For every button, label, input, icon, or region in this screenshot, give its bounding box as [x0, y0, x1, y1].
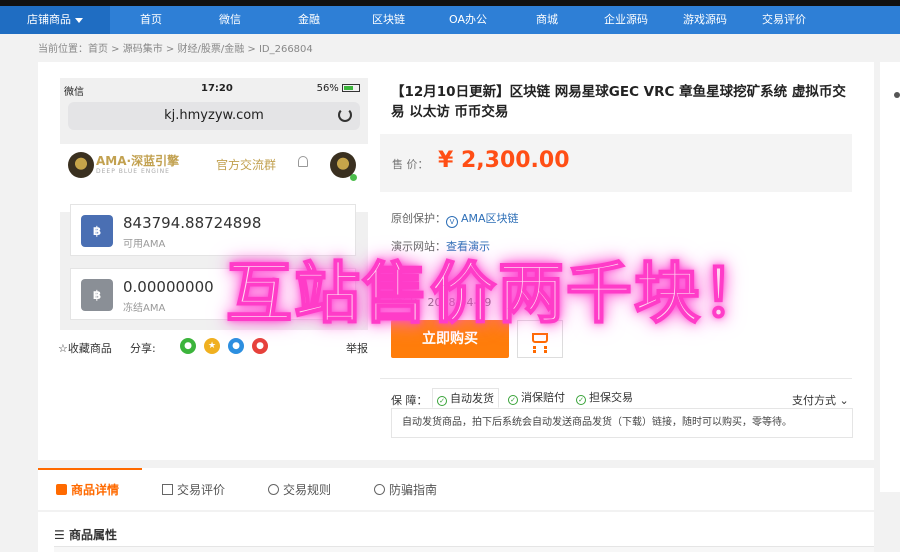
ama-logo-icon	[68, 152, 94, 178]
copyright-label: 原创保护：	[391, 212, 446, 225]
product-title: 【12月10日更新】区块链 网易星球GEC VRC 章鱼星球挖矿系统 虚拟币交易…	[391, 84, 846, 120]
price-box: 售 价： ¥ 2,300.00	[380, 134, 852, 192]
battery-icon	[342, 84, 360, 92]
payment-methods-dropdown[interactable]: 支付方式 ⌄	[792, 392, 849, 408]
ama-brand-name: AMA·深蓝引擎	[96, 154, 180, 168]
nav-reviews[interactable]: 交易评价	[762, 6, 806, 34]
right-side-panel	[880, 62, 900, 492]
overlay-caption: 互站售价两千块！	[225, 253, 770, 333]
balance-label: 冻结AMA	[123, 303, 166, 314]
nav-home[interactable]: 首页	[140, 6, 162, 34]
favorite-link[interactable]: ☆收藏商品	[58, 340, 112, 356]
attributes-title-text: 商品属性	[68, 528, 117, 542]
guarantee-item-label: 消保赔付	[521, 391, 565, 404]
guarantee-escrow[interactable]: ✓ 担保交易	[576, 388, 633, 408]
nav-enterprise-source[interactable]: 企业源码	[604, 6, 648, 34]
balance-value: 843794.88724898	[123, 214, 262, 232]
ama-brand-sub: DEEP BLUE ENGINE	[96, 168, 170, 175]
check-icon: ✓	[576, 395, 586, 405]
ama-header: AMA·深蓝引擎 DEEP BLUE ENGINE 官方交流群	[60, 144, 368, 212]
bitcoin-icon: ฿	[81, 215, 113, 247]
guarantee-item-label: 担保交易	[589, 391, 633, 404]
nav-wechat[interactable]: 微信	[219, 6, 241, 34]
attributes-table	[54, 546, 874, 552]
status-battery: 56%	[317, 83, 360, 94]
breadcrumb: 当前位置：首页 > 源码集市 > 财经/股票/金融 > ID_266804	[38, 44, 313, 55]
refresh-icon	[338, 108, 352, 122]
active-tab-indicator	[38, 468, 142, 470]
weibo-share-icon[interactable]: ●	[252, 338, 268, 354]
tab-product-details[interactable]: 商品详情	[56, 481, 119, 498]
guarantee-auto-ship[interactable]: ✓ 自动发货	[432, 388, 499, 408]
nav-blockchain[interactable]: 区块链	[372, 6, 405, 34]
copyright-seal-icon: V	[446, 216, 458, 228]
qzone-share-icon[interactable]: ★	[204, 338, 220, 354]
chevron-down-icon	[75, 17, 83, 23]
bitcoin-icon: ฿	[81, 279, 113, 311]
price-label: 售 价：	[392, 158, 429, 171]
phone-status-bar: 微信 17:20 56%	[60, 78, 368, 98]
balance-label: 可用AMA	[123, 239, 166, 250]
search-list-icon: ☰	[54, 528, 65, 542]
cart-wheels-icon	[533, 346, 547, 350]
tab-reviews[interactable]: 交易评价	[162, 481, 225, 498]
chevron-down-icon: ⌄	[839, 394, 849, 407]
tab-anti-fraud[interactable]: 防骗指南	[374, 481, 437, 498]
status-time: 17:20	[201, 83, 233, 94]
check-icon: ✓	[508, 395, 518, 405]
status-carrier: 微信	[64, 87, 84, 98]
attributes-title: ☰ 商品属性	[54, 526, 117, 543]
tab-label: 交易评价	[177, 483, 226, 497]
thumbs-up-icon	[162, 484, 173, 495]
auto-ship-note: 自动发货商品，拍下后系统会自动发送商品发货（下载）链接，随时可以购买，零等待。	[391, 408, 853, 438]
tab-label: 交易规则	[283, 483, 332, 497]
battery-percent: 56%	[316, 83, 339, 94]
balance-value: 0.00000000	[123, 278, 214, 296]
side-arrow-icon[interactable]	[894, 92, 900, 98]
phone-url-bar: kj.hmyzyw.com	[68, 102, 360, 130]
guarantee-label: 保 障：	[391, 394, 428, 407]
main-nav: 店铺商品 首页 微信 金融 区块链 OA办公 商城 企业源码 游戏源码 交易评价	[0, 6, 900, 34]
copyright-link[interactable]: AMA区块链	[461, 212, 519, 225]
nav-shop-products[interactable]: 店铺商品	[0, 6, 110, 34]
qq-share-icon[interactable]: ●	[228, 338, 244, 354]
scale-icon	[268, 484, 279, 495]
online-dot-icon	[350, 174, 357, 181]
check-icon: ✓	[437, 396, 447, 406]
bell-icon	[298, 156, 308, 167]
tab-rules[interactable]: 交易规则	[268, 481, 331, 498]
nav-oa[interactable]: OA办公	[449, 6, 487, 34]
bulb-icon	[374, 484, 385, 495]
report-link[interactable]: 举报	[346, 340, 368, 356]
wechat-share-icon[interactable]: ●	[180, 338, 196, 354]
nav-mall[interactable]: 商城	[536, 6, 558, 34]
price-value: ¥ 2,300.00	[438, 148, 570, 173]
guarantee-compensation[interactable]: ✓ 消保赔付	[508, 388, 565, 408]
copyright-row: 原创保护： V AMA区块链	[391, 210, 519, 228]
phone-url: kj.hmyzyw.com	[164, 108, 264, 123]
nav-game-source[interactable]: 游戏源码	[683, 6, 727, 34]
nav-finance[interactable]: 金融	[298, 6, 320, 34]
details-icon	[56, 484, 67, 495]
tab-label: 商品详情	[71, 483, 120, 497]
ama-group-label: 官方交流群	[216, 158, 277, 172]
payment-label: 支付方式	[792, 394, 836, 407]
share-label: 分享:	[130, 342, 156, 355]
tab-label: 防骗指南	[389, 483, 438, 497]
divider	[380, 378, 852, 379]
nav-item-label: 店铺商品	[27, 13, 71, 26]
guarantee-item-label: 自动发货	[450, 392, 494, 405]
